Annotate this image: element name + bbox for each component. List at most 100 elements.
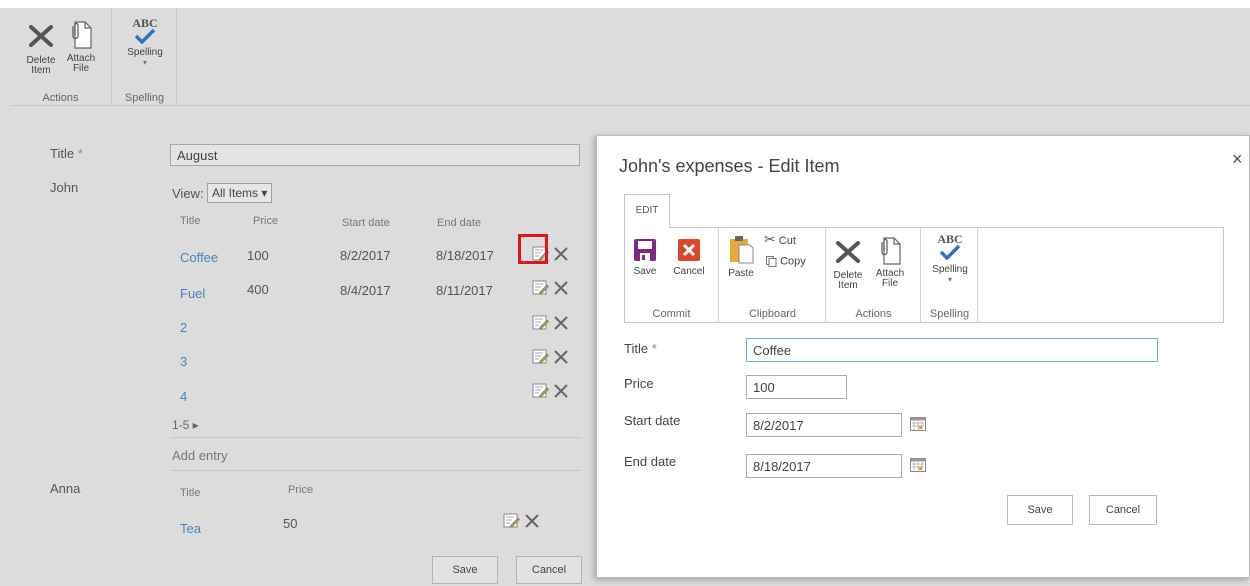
delete-x-icon [29,25,53,47]
dialog-cancel-button[interactable]: Cancel [1089,495,1157,525]
edit-item-dialog: John's expenses - Edit Item × EDIT Save … [596,135,1250,578]
abc-icon-text: ABC [937,232,963,246]
cancel-button[interactable]: Cancel [516,556,582,584]
end-date-input[interactable] [746,454,902,478]
calendar-icon[interactable] [910,458,926,472]
divider [170,470,582,471]
row-coffee-title[interactable]: Coffee [180,250,218,265]
anna-row-tea-title[interactable]: Tea [180,521,201,536]
paste-button[interactable]: Paste [726,234,756,279]
row-2-title[interactable]: 2 [180,320,187,335]
delete-icon[interactable] [554,316,568,330]
pager[interactable]: 1-5 ▸ [172,418,199,432]
delete-icon[interactable] [554,350,568,364]
paste-icon [730,236,754,264]
calendar-icon[interactable] [910,417,926,431]
delete-icon[interactable] [554,247,568,261]
end-date-label: End date [624,454,677,469]
cut-button[interactable]: ✂ Cut [764,231,824,247]
view-select[interactable]: All Items ▾ [207,183,273,203]
save-button[interactable]: Save [432,556,498,584]
anna-row-tea-price: 50 [283,516,298,531]
edit-icon[interactable] [532,383,549,399]
tab-edit[interactable]: EDIT [624,194,670,228]
dropdown-arrow-icon: ▾ [142,58,147,67]
save-icon [634,239,656,261]
start-date-label: Start date [624,413,681,428]
delete-icon[interactable] [554,281,568,295]
ribbon-attach-label-2: File [881,278,899,289]
ribbon-delete-item-button[interactable]: Delete Item [831,238,865,291]
edit-icon[interactable] [503,513,520,529]
anna-label: Anna [50,481,81,496]
title-field-label: Title * [50,146,83,161]
start-date-input[interactable] [746,413,902,437]
ribbon-delete-label-2: Item [838,280,858,291]
spelling-check-icon [134,28,156,44]
copy-icon [766,256,777,267]
ribbon-save-label: Save [633,266,657,277]
edit-icon[interactable] [532,315,549,331]
spelling-button[interactable]: ABC Spelling ▾ [121,16,169,68]
group-label-clipboard: Clipboard [748,308,797,320]
price-input[interactable] [746,375,847,399]
row-4-title[interactable]: 4 [180,389,187,404]
dialog-title-label-text: Title [624,341,649,356]
group-label-spelling: Spelling [929,308,970,320]
row-fuel-actions [532,280,572,300]
ribbon-group-clipboard: Paste ✂ Cut Copy Clipboard [720,228,826,322]
anna-row-tea-actions [503,513,543,533]
cut-label: Cut [778,235,796,247]
add-entry-link[interactable]: Add entry [172,448,228,463]
title-label-text: Title [50,146,75,161]
ribbon-spelling-label: Spelling [932,264,968,275]
row-coffee-end: 8/18/2017 [436,248,494,263]
delete-item-button[interactable]: Delete Item [24,22,58,76]
ribbon-group-spelling: ABC Spelling ▾ Spelling [113,8,177,106]
title-input[interactable] [170,144,580,166]
scissors-icon: ✂ [764,231,776,247]
delete-icon[interactable] [554,384,568,398]
edit-icon[interactable] [532,280,549,296]
dialog-title: John's expenses - Edit Item [619,156,840,176]
ribbon-group-spelling: ABC Spelling ▾ Spelling [922,228,978,322]
copy-button[interactable]: Copy [766,256,826,267]
row-fuel-start: 8/4/2017 [340,283,391,298]
ribbon-group-actions: Delete Item Attach File Actions [10,8,112,106]
row-fuel-title[interactable]: Fuel [180,286,205,301]
edit-icon[interactable] [532,349,549,365]
divider [170,437,582,438]
dialog-title-input[interactable] [746,338,1158,362]
highlight-box [518,234,548,264]
ribbon-spelling-button[interactable]: ABC Spelling ▾ [926,232,974,285]
anna-col-title: Title [180,487,201,499]
attach-file-button[interactable]: Attach File [64,20,98,74]
price-label: Price [624,376,654,391]
cancel-icon [678,239,700,261]
row-2-actions [532,315,572,335]
group-label-actions: Actions [855,308,892,320]
ribbon-save-button[interactable]: Save [629,238,661,277]
delete-x-icon [836,241,860,263]
paste-label: Paste [728,268,754,279]
col-start-date: Start date [342,217,390,229]
row-coffee-start: 8/2/2017 [340,248,391,263]
required-mark: * [77,146,83,161]
ribbon-group-commit: Save Cancel Commit [625,228,719,322]
ribbon-cancel-label: Cancel [673,266,705,277]
row-3-title[interactable]: 3 [180,354,187,369]
background-ribbon: Delete Item Attach File Actions ABC Spel… [10,8,1250,106]
row-fuel-end: 8/11/2017 [436,283,493,298]
view-prefix: View: [172,186,204,201]
row-3-actions [532,349,572,369]
abc-icon-text: ABC [132,16,158,30]
ribbon-cancel-button[interactable]: Cancel [669,238,709,277]
delete-icon[interactable] [525,514,539,528]
ribbon-group-actions: Delete Item Attach File Actions [827,228,921,322]
attach-file-icon [881,237,901,265]
close-icon[interactable]: × [1232,149,1243,170]
dialog-save-button[interactable]: Save [1007,495,1073,525]
group-label-actions: Actions [42,92,79,104]
ribbon-attach-file-button[interactable]: Attach File [873,236,907,289]
dialog-ribbon: Save Cancel Commit Paste ✂ Cut Copy Clip… [624,227,1224,323]
